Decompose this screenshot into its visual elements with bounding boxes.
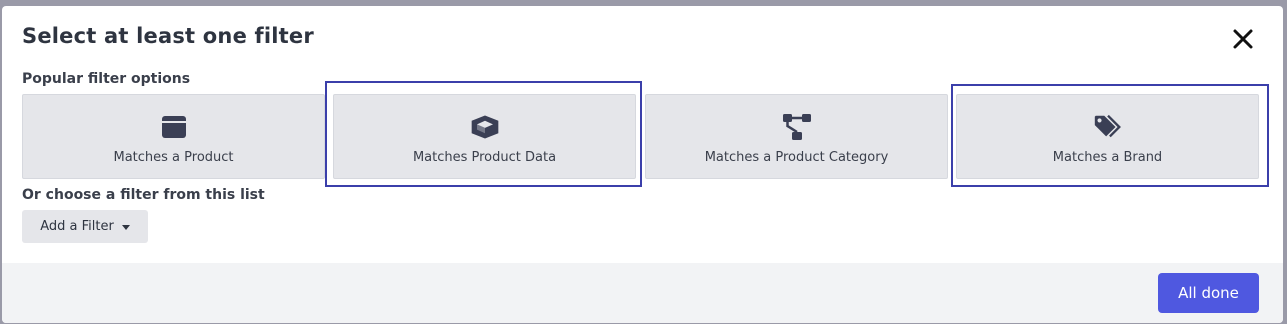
popular-filters-label: Popular filter options [22, 71, 191, 87]
modal-title: Select at least one filter [22, 24, 314, 48]
filter-list-label: Or choose a filter from this list [22, 187, 265, 203]
filter-card-label: Matches a Product [113, 150, 234, 165]
filter-card-brand[interactable]: Matches a Brand [956, 94, 1259, 179]
filter-card-product[interactable]: Matches a Product [22, 94, 325, 179]
tags-icon [1092, 112, 1124, 142]
filter-card-label: Matches a Product Category [704, 150, 889, 165]
close-icon[interactable] [1230, 26, 1256, 52]
add-filter-label: Add a Filter [40, 219, 114, 234]
modal-footer: All done [2, 263, 1283, 323]
filter-card-label: Matches Product Data [412, 150, 557, 165]
sitemap-icon [781, 112, 813, 142]
filter-modal: Select at least one filter Popular filte… [2, 6, 1283, 323]
caret-down-icon [121, 225, 130, 230]
all-done-button[interactable]: All done [1158, 273, 1259, 313]
filter-card-product-data[interactable]: Matches Product Data [333, 94, 636, 179]
filter-card-label: Matches a Brand [1052, 150, 1163, 165]
box-icon [158, 112, 190, 142]
filter-card-product-category[interactable]: Matches a Product Category [645, 94, 948, 179]
add-filter-dropdown[interactable]: Add a Filter [22, 210, 148, 243]
open-box-icon [469, 112, 501, 142]
